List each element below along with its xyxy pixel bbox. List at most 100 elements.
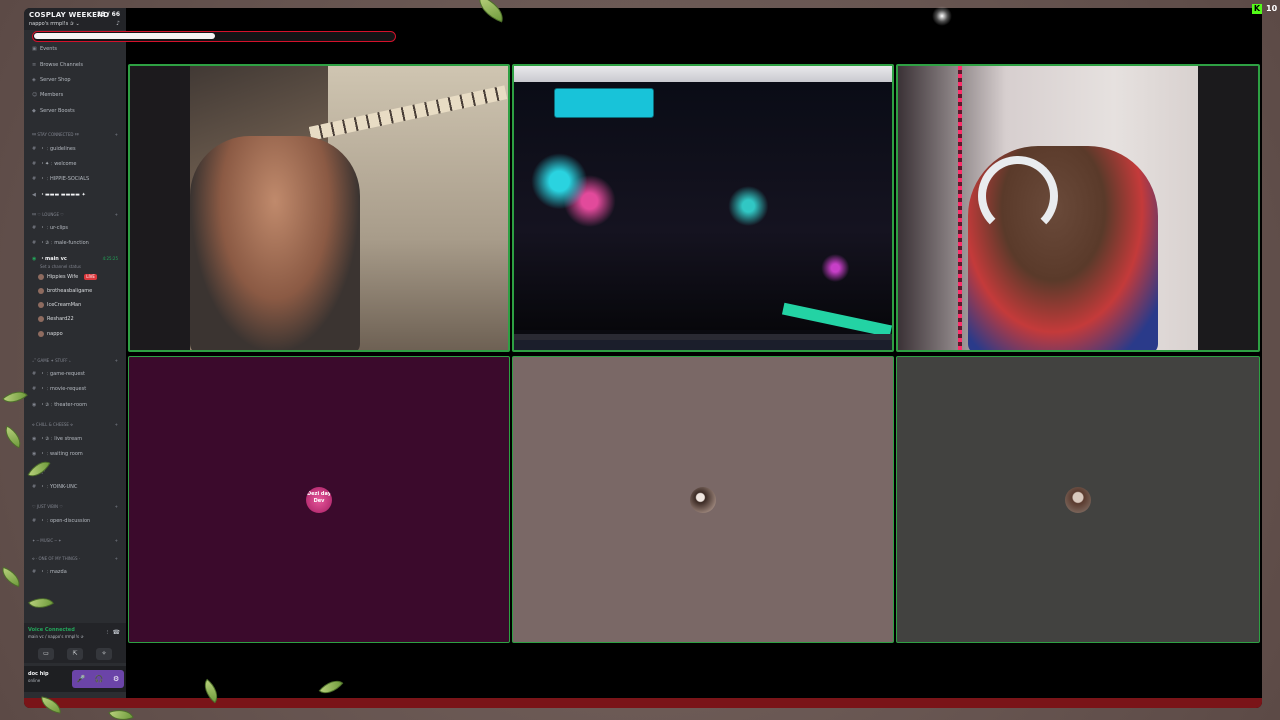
- channel-label: ・﹕waiting room: [40, 451, 83, 457]
- boost-progress-fill: [34, 33, 215, 39]
- video-tile-screen-share[interactable]: [512, 64, 894, 352]
- channel-label: ・﹕mazda: [40, 569, 67, 575]
- members-icon: ☺: [32, 92, 38, 98]
- boost-progress-bar: [32, 31, 396, 42]
- screen-share-button[interactable]: ⇱: [67, 648, 83, 660]
- user-status: online: [28, 678, 41, 683]
- shared-game-scene: [514, 82, 892, 330]
- text-channel-icon: #: [32, 518, 37, 524]
- video-tile-avatar-2[interactable]: [512, 356, 894, 643]
- voice-user[interactable]: Hippies Wife LIVE: [38, 272, 97, 282]
- channel-label: ・✰﹕male-function: [40, 240, 89, 246]
- category-label: ₊˚ game ✦ stuff ₊: [32, 358, 71, 363]
- channel-waiting-room[interactable]: ◉ ・﹕waiting room: [32, 449, 124, 459]
- avatar: [38, 330, 44, 337]
- channel-socials[interactable]: # ・﹕HIPPIE-SOCIALS: [32, 174, 124, 184]
- channel-unread[interactable]: ◀ ・▬▬▬ ▬▬▬▬ ✦: [32, 190, 124, 200]
- nav-browse-channels[interactable]: ≡ Browse Channels: [32, 60, 124, 70]
- nav-server-boosts[interactable]: ◆ Server Boosts: [32, 106, 124, 116]
- category-label: ୨୧ stay connected ୨୧: [32, 132, 79, 137]
- voice-channel-icon: ◉: [32, 451, 37, 457]
- channel-label: ・✰﹕theater-room: [40, 402, 87, 408]
- light-glow: [932, 6, 952, 26]
- category-header[interactable]: ✦ ─ music ─ ✦ +: [32, 536, 124, 546]
- stage-channel-icon: ◉: [32, 402, 37, 408]
- plus-icon[interactable]: +: [115, 210, 118, 220]
- shared-taskbar: [514, 340, 892, 350]
- headset-graphic: [978, 156, 1058, 236]
- voice-status-text[interactable]: Voice Connected: [28, 627, 75, 633]
- headset-icon[interactable]: 🎧: [95, 675, 104, 683]
- server-header[interactable]: COSPLAY WEEKEND 33 / 66 nappo's rrmpl!s …: [24, 8, 126, 30]
- settings-icon[interactable]: ⚙: [113, 675, 119, 683]
- voice-user-name: Hippies Wife: [47, 274, 79, 280]
- discord-screen: COSPLAY WEEKEND 33 / 66 nappo's rrmpl!s …: [24, 8, 1262, 708]
- leaf-decoration: [0, 425, 27, 449]
- channel-open-discussion[interactable]: # ・﹕open-discussion: [32, 516, 124, 526]
- channel-label: ・✦﹕welcome: [40, 161, 77, 167]
- category-label: ✦ ─ music ─ ✦: [32, 538, 62, 543]
- bell-icon[interactable]: ♪: [116, 20, 120, 27]
- nav-members[interactable]: ☺ Members: [32, 90, 124, 100]
- signal-icon[interactable]: ⫶: [106, 629, 108, 637]
- username[interactable]: doc hip: [28, 671, 49, 677]
- channel-live-stream[interactable]: ◉ ・✰﹕live stream: [32, 434, 124, 444]
- category-header[interactable]: ♡ just vibin ♡ +: [32, 502, 124, 512]
- video-tile-camera-2[interactable]: [896, 64, 1260, 352]
- avatar: [38, 315, 44, 322]
- channel-theater-room[interactable]: ◉ ・✰﹕theater-room: [32, 400, 124, 410]
- plus-icon[interactable]: +: [115, 356, 118, 366]
- voice-channel-text[interactable]: main vc / nappo's rrmpl!s ✰: [28, 634, 84, 639]
- announcement-icon: ◀: [32, 192, 36, 198]
- text-channel-icon: #: [32, 371, 37, 377]
- channel-clips[interactable]: # ・﹕ur-clips: [32, 223, 124, 233]
- video-tile-camera-1[interactable]: [128, 64, 510, 352]
- voice-user[interactable]: IceCreamMan: [38, 300, 81, 310]
- category-header[interactable]: ⟡ ‧ one of my things ‧ +: [32, 554, 124, 564]
- avatar: [38, 287, 44, 294]
- voice-status[interactable]: Set a channel status: [40, 262, 132, 272]
- voice-user[interactable]: Reshard22: [38, 314, 74, 324]
- plus-icon[interactable]: +: [115, 536, 118, 546]
- channel-movie-request[interactable]: # ・﹕movie-request: [32, 384, 124, 394]
- camera-button[interactable]: ▭: [38, 648, 54, 660]
- video-tile-avatar-1[interactable]: Dezi day Dev: [128, 356, 510, 643]
- activity-button[interactable]: ✧: [96, 648, 112, 660]
- category-header[interactable]: ୨୧ stay connected ୨୧ +: [32, 130, 124, 140]
- voice-user-name: IceCreamMan: [47, 302, 82, 308]
- channel-guidelines[interactable]: # ・﹕guidelines: [32, 144, 124, 154]
- plus-icon[interactable]: +: [115, 554, 118, 564]
- category-header[interactable]: ⟡ chill & cheese ⟡ +: [32, 420, 124, 430]
- channel-welcome[interactable]: # ・✦﹕welcome: [32, 159, 124, 169]
- game-hud: [554, 88, 654, 118]
- voice-user[interactable]: brotheasbaligame: [38, 286, 92, 296]
- avatar: [690, 486, 716, 513]
- text-channel-icon: #: [32, 146, 37, 152]
- category-label: ⟡ chill & cheese ⟡: [32, 422, 73, 427]
- channel-male-function[interactable]: # ・✰﹕male-function: [32, 238, 124, 248]
- text-channel-icon: #: [32, 569, 37, 575]
- nav-server-shop[interactable]: ◈ Server Shop: [32, 75, 124, 85]
- video-tile-avatar-3[interactable]: [896, 356, 1260, 643]
- nav-events[interactable]: ▣ Events: [32, 44, 124, 54]
- category-header[interactable]: ₊˚ game ✦ stuff ₊ +: [32, 356, 124, 366]
- leaf-decoration: [0, 566, 24, 588]
- disconnect-icon[interactable]: ☎: [113, 629, 120, 636]
- boost-count: 33 / 66: [96, 11, 120, 18]
- text-channel-icon: #: [32, 225, 37, 231]
- voice-user[interactable]: nappo: [38, 329, 63, 339]
- boost-icon: ◆: [32, 108, 36, 114]
- category-label: ୨୧ ♡ lounge ♡: [32, 212, 64, 217]
- plus-icon[interactable]: +: [115, 420, 118, 430]
- plus-icon[interactable]: +: [115, 502, 118, 512]
- channel-yoink[interactable]: # ・﹕YOINK-UNC: [32, 482, 124, 492]
- channel-game-request[interactable]: # ・﹕game-request: [32, 369, 124, 379]
- plus-icon[interactable]: +: [115, 130, 118, 140]
- microphone-icon[interactable]: 🎤: [77, 675, 86, 683]
- avatar: Dezi day Dev: [306, 486, 332, 513]
- category-header[interactable]: ୨୧ ♡ lounge ♡ +: [32, 210, 124, 220]
- channel-mazda[interactable]: # ・﹕mazda: [32, 567, 124, 577]
- channel-label: ・﹕guidelines: [40, 146, 76, 152]
- viewer-count: 10: [1266, 4, 1278, 13]
- user-controls: 🎤 🎧 ⚙: [72, 670, 124, 688]
